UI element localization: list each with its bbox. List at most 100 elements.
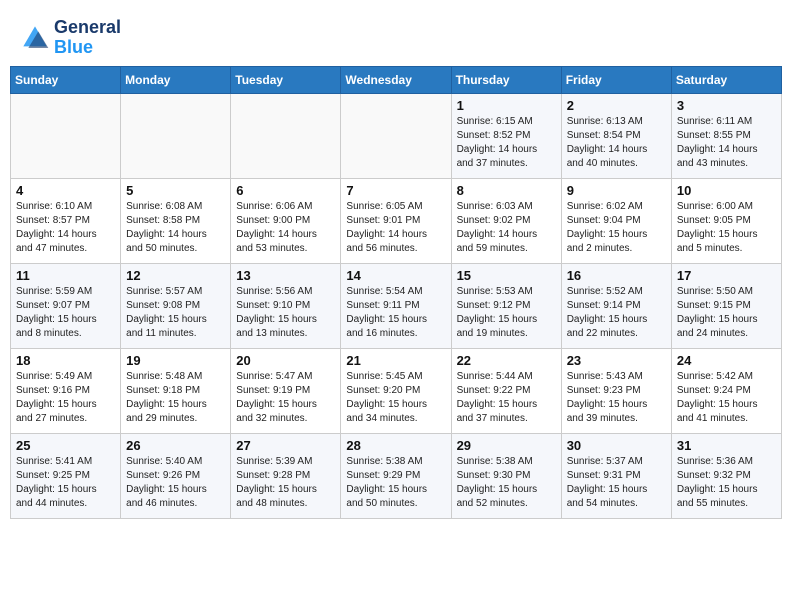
calendar-cell: 29 Sunrise: 5:38 AMSunset: 9:30 PMDayligh… [451,433,561,518]
day-number: 18 [16,353,115,368]
calendar-table: SundayMondayTuesdayWednesdayThursdayFrid… [10,66,782,519]
day-info: Sunrise: 5:44 AMSunset: 9:22 PMDaylight:… [457,370,556,426]
calendar-cell: 15Sunrise: 5:53 AMSunset: 9:12 PMDayligh… [451,263,561,348]
day-number: 20 [236,353,335,368]
day-info: Sunrise: 5:37 AMSunset: 9:31 PMDaylight:… [567,455,666,511]
calendar-cell: 22 Sunrise: 5:44 AMSunset: 9:22 PMDayligh… [451,348,561,433]
day-info: Sunrise: 6:02 AMSunset: 9:04 PMDaylight:… [567,200,666,256]
day-number: 26 [126,438,225,453]
day-number: 1 [457,98,556,113]
weekday-header-saturday: Saturday [671,66,781,93]
day-number: 16 [567,268,666,283]
day-number: 7 [346,183,445,198]
day-info: Sunrise: 5:40 AMSunset: 9:26 PMDaylight:… [126,455,225,511]
calendar-cell: 1 Sunrise: 6:15 AMSunset: 8:52 PMDaylight… [451,93,561,178]
calendar-cell: 23 Sunrise: 5:43 AMSunset: 9:23 PMDayligh… [561,348,671,433]
day-info: Sunrise: 5:41 AMSunset: 9:25 PMDaylight:… [16,455,115,511]
day-info: Sunrise: 5:48 AMSunset: 9:18 PMDaylight:… [126,370,225,426]
calendar-cell: 27 Sunrise: 5:39 AMSunset: 9:28 PMDayligh… [231,433,341,518]
calendar-week-2: 4 Sunrise: 6:10 AMSunset: 8:57 PMDaylight… [11,178,782,263]
weekday-header-wednesday: Wednesday [341,66,451,93]
calendar-cell: 26 Sunrise: 5:40 AMSunset: 9:26 PMDayligh… [121,433,231,518]
calendar-cell: 2Sunrise: 6:13 AMSunset: 8:54 PMDaylight… [561,93,671,178]
calendar-cell: 17 Sunrise: 5:50 AMSunset: 9:15 PMDayligh… [671,263,781,348]
weekday-header-sunday: Sunday [11,66,121,93]
day-info: Sunrise: 6:05 AMSunset: 9:01 PMDaylight:… [346,200,445,256]
calendar-cell: 12 Sunrise: 5:57 AMSunset: 9:08 PMDayligh… [121,263,231,348]
calendar-cell: 3Sunrise: 6:11 AMSunset: 8:55 PMDaylight… [671,93,781,178]
day-number: 24 [677,353,776,368]
calendar-cell: 4 Sunrise: 6:10 AMSunset: 8:57 PMDaylight… [11,178,121,263]
day-number: 29 [457,438,556,453]
calendar-week-4: 18 Sunrise: 5:49 AMSunset: 9:16 PMDayligh… [11,348,782,433]
day-info: Sunrise: 5:45 AMSunset: 9:20 PMDaylight:… [346,370,445,426]
day-number: 10 [677,183,776,198]
day-info: Sunrise: 5:38 AMSunset: 9:30 PMDaylight:… [457,455,556,511]
logo: General Blue [20,18,121,58]
day-number: 23 [567,353,666,368]
day-info: Sunrise: 5:56 AMSunset: 9:10 PMDaylight:… [236,285,335,341]
day-info: Sunrise: 5:43 AMSunset: 9:23 PMDaylight:… [567,370,666,426]
day-info: Sunrise: 5:38 AMSunset: 9:29 PMDaylight:… [346,455,445,511]
day-info: Sunrise: 6:10 AMSunset: 8:57 PMDaylight:… [16,200,115,256]
weekday-header-thursday: Thursday [451,66,561,93]
day-info: Sunrise: 5:42 AMSunset: 9:24 PMDaylight:… [677,370,776,426]
calendar-cell: 16 Sunrise: 5:52 AMSunset: 9:14 PMDayligh… [561,263,671,348]
day-info: Sunrise: 5:36 AMSunset: 9:32 PMDaylight:… [677,455,776,511]
day-number: 21 [346,353,445,368]
weekday-header-monday: Monday [121,66,231,93]
calendar-cell: 25 Sunrise: 5:41 AMSunset: 9:25 PMDayligh… [11,433,121,518]
day-number: 27 [236,438,335,453]
day-info: Sunrise: 5:47 AMSunset: 9:19 PMDaylight:… [236,370,335,426]
day-info: Sunrise: 5:54 AMSunset: 9:11 PMDaylight:… [346,285,445,341]
calendar-cell: 13 Sunrise: 5:56 AMSunset: 9:10 PMDayligh… [231,263,341,348]
day-number: 3 [677,98,776,113]
calendar-cell: 20 Sunrise: 5:47 AMSunset: 9:19 PMDayligh… [231,348,341,433]
calendar-cell: 7 Sunrise: 6:05 AMSunset: 9:01 PMDaylight… [341,178,451,263]
calendar-cell: 30 Sunrise: 5:37 AMSunset: 9:31 PMDayligh… [561,433,671,518]
weekday-header-friday: Friday [561,66,671,93]
calendar-cell: 19 Sunrise: 5:48 AMSunset: 9:18 PMDayligh… [121,348,231,433]
calendar-cell: 5Sunrise: 6:08 AMSunset: 8:58 PMDaylight… [121,178,231,263]
calendar-header: SundayMondayTuesdayWednesdayThursdayFrid… [11,66,782,93]
day-number: 13 [236,268,335,283]
day-number: 30 [567,438,666,453]
day-number: 28 [346,438,445,453]
page-header: General Blue [10,10,782,66]
calendar-cell: 11Sunrise: 5:59 AMSunset: 9:07 PMDayligh… [11,263,121,348]
calendar-cell [341,93,451,178]
day-info: Sunrise: 5:53 AMSunset: 9:12 PMDaylight:… [457,285,556,341]
day-info: Sunrise: 6:03 AMSunset: 9:02 PMDaylight:… [457,200,556,256]
calendar-cell: 8 Sunrise: 6:03 AMSunset: 9:02 PMDaylight… [451,178,561,263]
day-number: 17 [677,268,776,283]
day-info: Sunrise: 6:00 AMSunset: 9:05 PMDaylight:… [677,200,776,256]
calendar-cell: 31 Sunrise: 5:36 AMSunset: 9:32 PMDayligh… [671,433,781,518]
day-info: Sunrise: 5:59 AMSunset: 9:07 PMDaylight:… [16,285,115,341]
day-number: 4 [16,183,115,198]
day-number: 14 [346,268,445,283]
calendar-cell: 18 Sunrise: 5:49 AMSunset: 9:16 PMDayligh… [11,348,121,433]
day-number: 19 [126,353,225,368]
day-info: Sunrise: 5:57 AMSunset: 9:08 PMDaylight:… [126,285,225,341]
day-info: Sunrise: 6:15 AMSunset: 8:52 PMDaylight:… [457,115,556,171]
calendar-cell: 21 Sunrise: 5:45 AMSunset: 9:20 PMDayligh… [341,348,451,433]
day-number: 31 [677,438,776,453]
calendar-week-5: 25 Sunrise: 5:41 AMSunset: 9:25 PMDayligh… [11,433,782,518]
day-number: 25 [16,438,115,453]
day-info: Sunrise: 5:49 AMSunset: 9:16 PMDaylight:… [16,370,115,426]
day-info: Sunrise: 5:50 AMSunset: 9:15 PMDaylight:… [677,285,776,341]
day-info: Sunrise: 5:39 AMSunset: 9:28 PMDaylight:… [236,455,335,511]
calendar-week-1: 1 Sunrise: 6:15 AMSunset: 8:52 PMDaylight… [11,93,782,178]
day-number: 5 [126,183,225,198]
day-info: Sunrise: 5:52 AMSunset: 9:14 PMDaylight:… [567,285,666,341]
weekday-header-tuesday: Tuesday [231,66,341,93]
day-number: 12 [126,268,225,283]
logo-text: General Blue [54,18,121,58]
day-number: 8 [457,183,556,198]
day-number: 9 [567,183,666,198]
day-number: 22 [457,353,556,368]
calendar-cell [121,93,231,178]
calendar-cell: 6Sunrise: 6:06 AMSunset: 9:00 PMDaylight… [231,178,341,263]
calendar-week-3: 11Sunrise: 5:59 AMSunset: 9:07 PMDayligh… [11,263,782,348]
day-number: 2 [567,98,666,113]
